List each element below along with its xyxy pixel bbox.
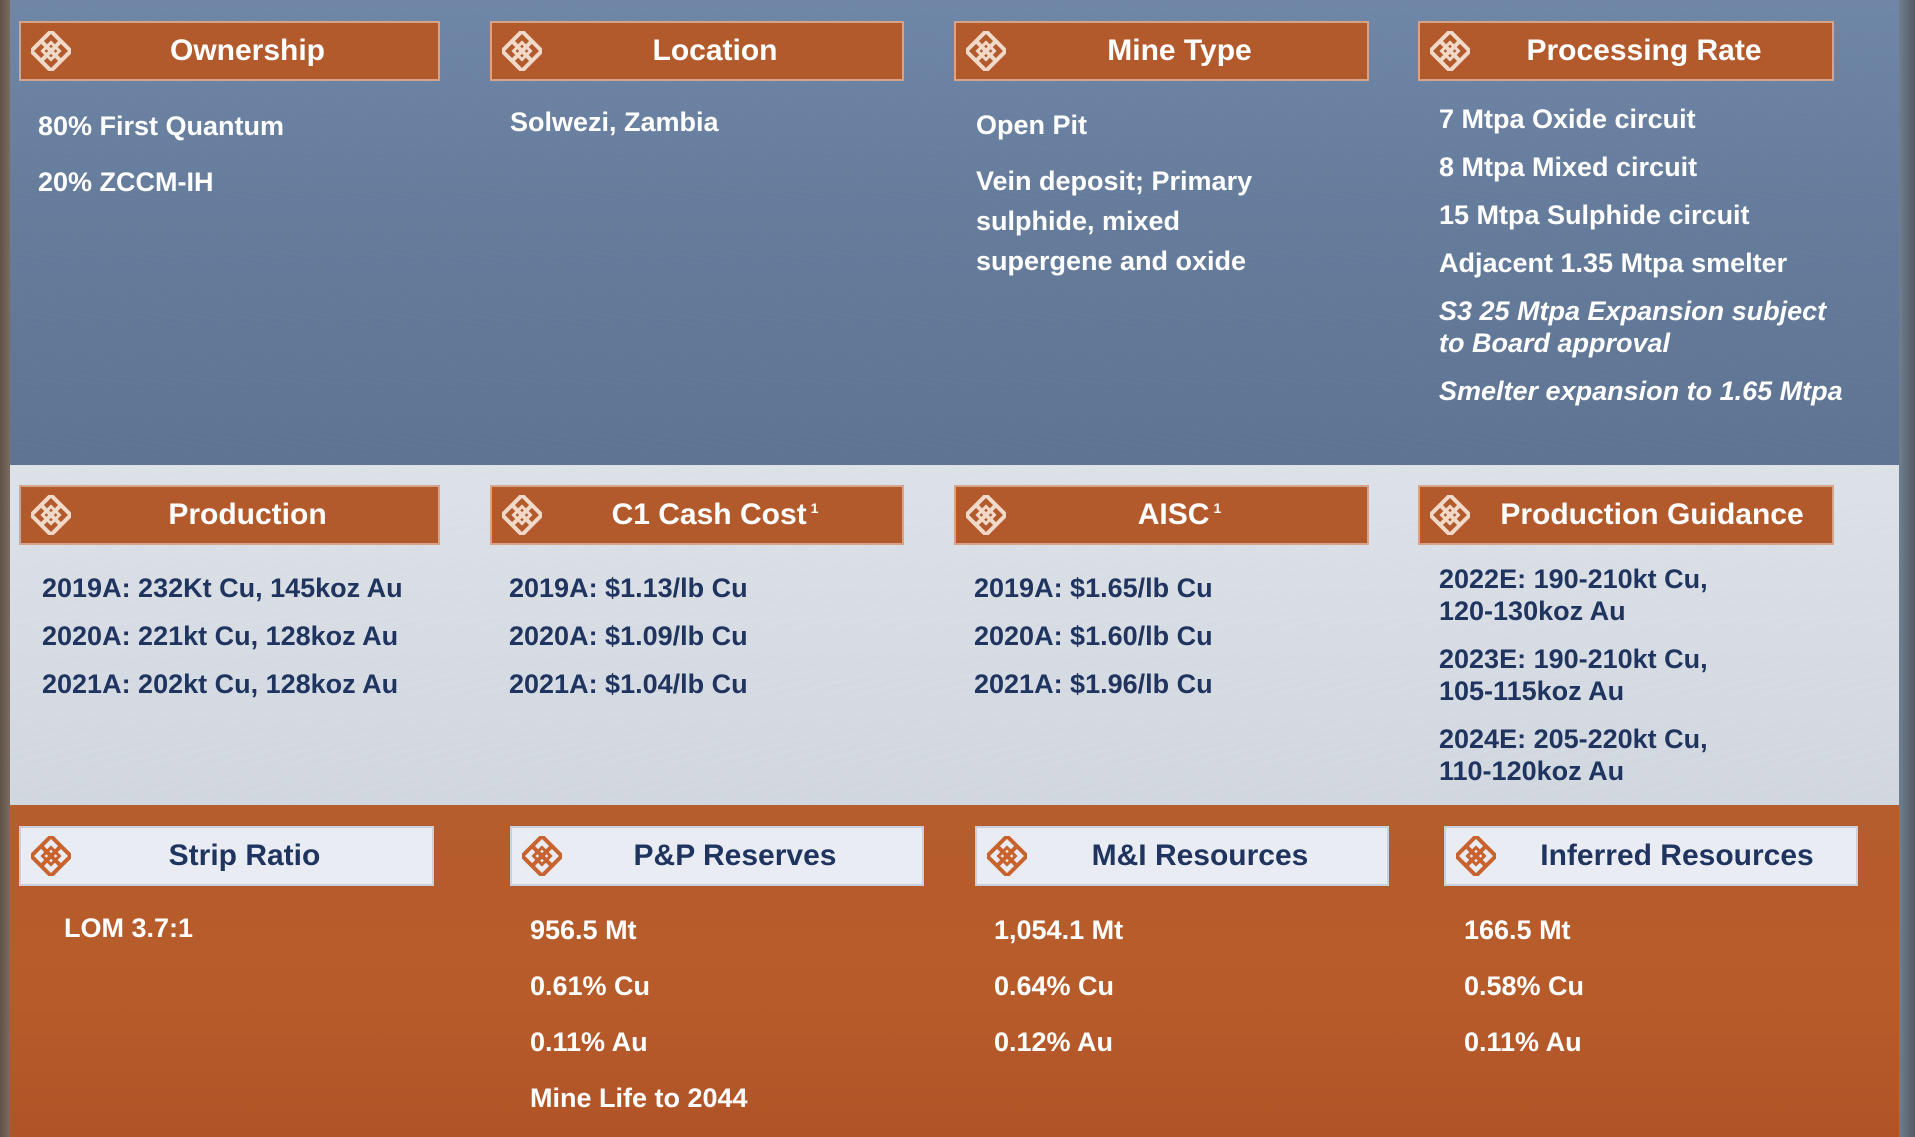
c1-cash-cost-line: 2019A: $1.13/lb Cu [509, 573, 748, 603]
mi-resources-title: M&I Resources [1091, 839, 1309, 872]
production-line: 2019A: 232Kt Cu, 145koz Au [42, 573, 403, 603]
pp-reserves-line: 0.61% Cu [530, 971, 651, 1001]
mi-resources-line: 0.64% Cu [994, 971, 1115, 1001]
processing-rate-note: to Board approval [1439, 328, 1671, 358]
pp-reserves-line: 956.5 Mt [530, 915, 637, 945]
location-line: Solwezi, Zambia [510, 107, 719, 137]
mine-type-line: sulphide, mixed [976, 206, 1181, 236]
production-guidance-line: 120-130koz Au [1439, 596, 1626, 626]
ownership-line: 20% ZCCM-IH [38, 167, 214, 197]
diamond-lattice-icon [21, 487, 81, 543]
pp-reserves-header: P&P Reserves [510, 826, 924, 886]
mi-resources-line: 1,054.1 Mt [994, 915, 1124, 945]
diamond-lattice-icon [1446, 828, 1506, 884]
production-guidance-header: Production Guidance [1418, 485, 1834, 545]
pp-reserves-line: Mine Life to 2044 [530, 1083, 748, 1113]
aisc-line: 2021A: $1.96/lb Cu [974, 669, 1213, 699]
diamond-lattice-icon [977, 828, 1037, 884]
inferred-resources-line: 166.5 Mt [1464, 915, 1571, 945]
pp-reserves-line: 0.11% Au [530, 1027, 648, 1057]
c1-cash-cost-line: 2020A: $1.09/lb Cu [509, 621, 748, 651]
footnote-marker: 1 [1213, 500, 1222, 516]
mine-type-header: Mine Type [954, 21, 1369, 81]
diamond-lattice-icon [512, 828, 572, 884]
strip-ratio-header: Strip Ratio [19, 826, 434, 886]
production-guidance-title: Production Guidance [1500, 498, 1804, 531]
processing-rate-line: 15 Mtpa Sulphide circuit [1439, 200, 1750, 230]
mi-resources-line: 0.12% Au [994, 1027, 1114, 1057]
aisc-line: 2019A: $1.65/lb Cu [974, 573, 1213, 603]
diamond-lattice-icon [21, 23, 81, 79]
ownership-header: Ownership [19, 21, 440, 81]
processing-rate-note: S3 25 Mtpa Expansion subject [1439, 296, 1827, 326]
diamond-lattice-icon [1420, 23, 1480, 79]
diamond-lattice-icon [492, 23, 552, 79]
left-photo-edge [0, 0, 10, 1137]
inferred-resources-title: Inferred Resources [1540, 839, 1814, 872]
mine-type-line: supergene and oxide [976, 246, 1247, 276]
production-title: Production [168, 498, 327, 531]
diamond-lattice-icon [21, 828, 81, 884]
processing-rate-line: Adjacent 1.35 Mtpa smelter [1439, 248, 1788, 278]
processing-rate-line: 8 Mtpa Mixed circuit [1439, 152, 1698, 182]
production-line: 2020A: 221kt Cu, 128koz Au [42, 621, 399, 651]
diamond-lattice-icon [956, 23, 1016, 79]
production-guidance-line: 2022E: 190-210kt Cu, [1439, 564, 1708, 594]
ownership-title: Ownership [169, 34, 326, 67]
diamond-lattice-icon [492, 487, 552, 543]
strip-ratio-title: Strip Ratio [168, 839, 321, 872]
c1-cash-cost-title: C1 Cash Cost [611, 498, 807, 531]
inferred-resources-line: 0.11% Au [1464, 1027, 1582, 1057]
processing-rate-title: Processing Rate [1526, 34, 1762, 67]
production-guidance-line: 110-120koz Au [1439, 756, 1625, 786]
mi-resources-header: M&I Resources [975, 826, 1389, 886]
location-title: Location [652, 34, 778, 67]
c1-cash-cost-header: C1 Cash Cost 1 [490, 485, 904, 545]
mine-type-line: Vein deposit; Primary [976, 166, 1253, 196]
mine-type-line: Open Pit [976, 110, 1088, 140]
production-guidance-line: 2023E: 190-210kt Cu, [1439, 644, 1708, 674]
production-line: 2021A: 202kt Cu, 128koz Au [42, 669, 399, 699]
processing-rate-header: Processing Rate [1418, 21, 1834, 81]
c1-cash-cost-title-group: C1 Cash Cost 1 [552, 498, 902, 532]
footnote-marker: 1 [810, 500, 819, 516]
processing-rate-line: 7 Mtpa Oxide circuit [1439, 104, 1696, 134]
strip-ratio-line: LOM 3.7:1 [64, 913, 194, 943]
processing-rate-note: Smelter expansion to 1.65 Mtpa [1439, 376, 1843, 406]
aisc-header: AISC 1 [954, 485, 1369, 545]
pp-reserves-title: P&P Reserves [633, 839, 837, 872]
location-header: Location [490, 21, 904, 81]
inferred-resources-header: Inferred Resources [1444, 826, 1858, 886]
aisc-title: AISC [1137, 498, 1210, 531]
production-guidance-line: 2024E: 205-220kt Cu, [1439, 724, 1708, 754]
diamond-lattice-icon [1420, 487, 1480, 543]
aisc-title-group: AISC 1 [1016, 498, 1367, 532]
production-guidance-line: 105-115koz Au [1439, 676, 1625, 706]
inferred-resources-line: 0.58% Cu [1464, 971, 1585, 1001]
aisc-line: 2020A: $1.60/lb Cu [974, 621, 1213, 651]
production-header: Production [19, 485, 440, 545]
ownership-line: 80% First Quantum [38, 111, 285, 141]
right-photo-edge [1899, 0, 1915, 1137]
c1-cash-cost-line: 2021A: $1.04/lb Cu [509, 669, 748, 699]
diamond-lattice-icon [956, 487, 1016, 543]
mine-type-title: Mine Type [1107, 34, 1252, 67]
